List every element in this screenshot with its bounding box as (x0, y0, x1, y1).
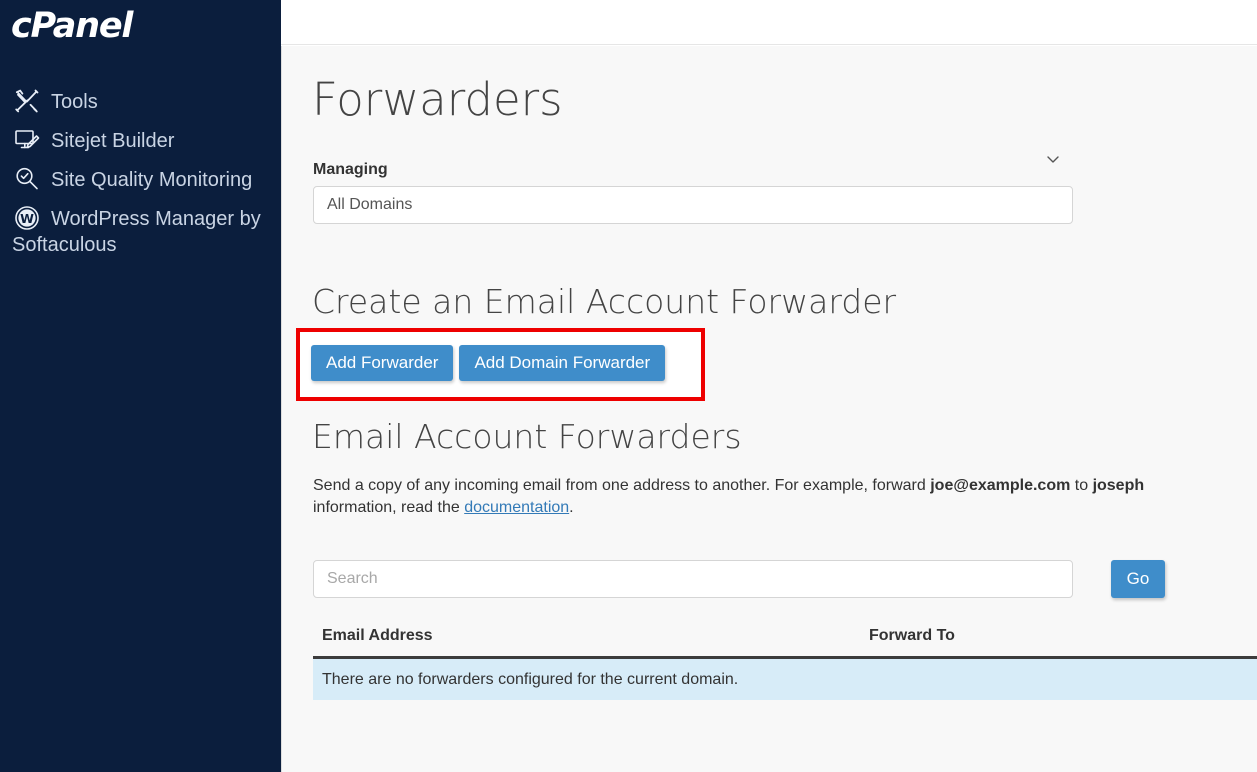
forwarder-action-buttons: Add Forwarder Add Domain Forwarder (311, 345, 666, 381)
sidebar-item-label: Tools (51, 91, 98, 113)
add-forwarder-button[interactable]: Add Forwarder (311, 345, 454, 381)
wordpress-icon: W (12, 205, 42, 231)
desc-email-to: joseph (1092, 477, 1145, 494)
table-header-row: Email Address Forward To (313, 620, 1257, 659)
desc-text-2: to (1070, 477, 1093, 494)
documentation-link[interactable]: documentation (464, 499, 569, 516)
create-forwarder-heading: Create an Email Account Forwarder (312, 282, 897, 321)
top-bar (281, 0, 1257, 45)
email-account-forwarders-heading: Email Account Forwarders (312, 417, 742, 456)
desc-text-4: . (569, 499, 574, 516)
table-empty-message: There are no forwarders configured for t… (313, 659, 1257, 700)
cpanel-forwarders-page: cPanel Tools Sitejet Builder Site Qualit… (0, 0, 1257, 772)
managing-domain-select[interactable]: All Domains (313, 186, 1073, 224)
sidebar-item-label: Sitejet Builder (51, 130, 175, 152)
sidebar-item-label: WordPress Manager by Softaculous (12, 208, 261, 256)
forwarders-table: Email Address Forward To There are no fo… (313, 620, 1257, 700)
search-input[interactable] (313, 560, 1073, 598)
sidebar-item-sitejet-builder[interactable]: Sitejet Builder (0, 121, 281, 160)
column-header-email-address: Email Address (322, 627, 433, 644)
main-content: Forwarders Managing All Domains Create a… (281, 46, 1257, 772)
sidebar-item-tools[interactable]: Tools (0, 82, 281, 121)
sidebar-item-wordpress-manager[interactable]: W WordPress Manager by Softaculous (0, 199, 281, 264)
desc-text-1: Send a copy of any incoming email from o… (313, 477, 931, 494)
desc-line-2: information, read the documentation. (313, 497, 1257, 519)
tools-icon (12, 88, 42, 114)
sidebar: cPanel Tools Sitejet Builder Site Qualit… (0, 0, 281, 772)
search-go-button[interactable]: Go (1111, 560, 1165, 598)
page-title: Forwarders (312, 73, 563, 126)
add-domain-forwarder-button[interactable]: Add Domain Forwarder (459, 345, 666, 381)
cpanel-logo: cPanel (11, 6, 133, 46)
svg-text:W: W (20, 211, 34, 226)
sidebar-nav: Tools Sitejet Builder Site Quality Monit… (0, 82, 281, 264)
column-header-forward-to: Forward To (869, 627, 955, 644)
sidebar-item-site-quality-monitoring[interactable]: Site Quality Monitoring (0, 160, 281, 199)
desc-email-from: joe@example.com (930, 477, 1071, 494)
forwarders-description: Send a copy of any incoming email from o… (313, 475, 1257, 519)
managing-label: Managing (313, 161, 388, 178)
sidebar-item-label: Site Quality Monitoring (51, 169, 253, 191)
desc-text-3: information, read the (313, 499, 465, 516)
site-quality-monitoring-icon (12, 166, 42, 192)
sitejet-builder-icon (12, 127, 42, 153)
